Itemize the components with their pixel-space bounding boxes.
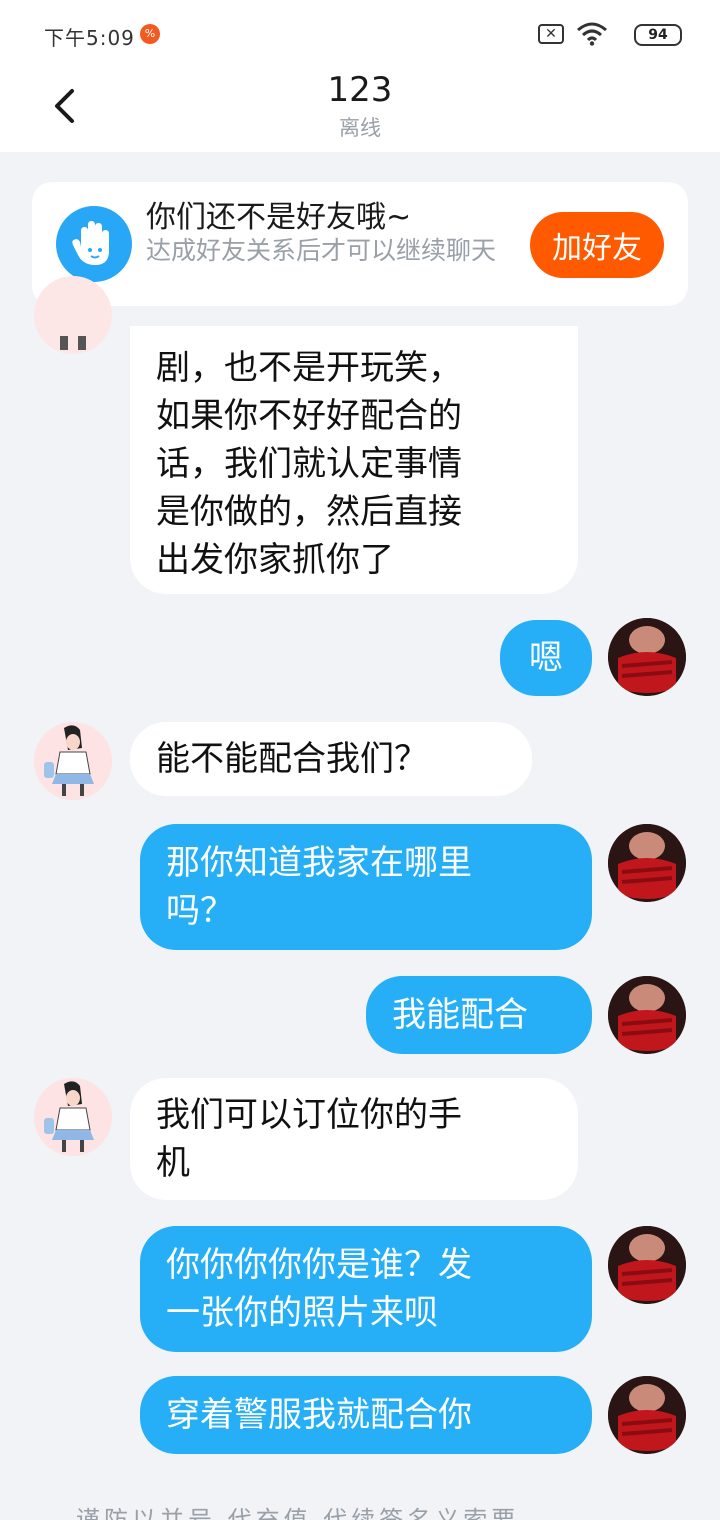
no-sim-icon: ✕ [538,24,564,44]
chat-header: 123 离线 [0,68,720,152]
contact-name[interactable]: 123 [0,70,720,110]
message-bubble-sent[interactable]: 我能配合 [366,976,592,1054]
banner-title: 你们还不是好友哦~ [146,200,412,235]
red-circle-icon: % [140,24,160,44]
avatar[interactable] [34,722,112,800]
avatar[interactable] [608,824,686,902]
add-friend-button[interactable]: 加好友 [530,212,664,278]
status-bar: 下午5:09 % ✕ 94 [0,0,720,68]
avatar[interactable] [608,1226,686,1304]
avatar[interactable] [608,618,686,696]
contact-status: 离线 [339,116,381,140]
banner-description: 达成好友关系后才可以继续聊天 [146,236,497,265]
message-bubble-sent[interactable]: 那你知道我家在哪里 吗？ [140,824,592,950]
avatar[interactable] [34,276,112,354]
battery-indicator: 94 [634,24,682,46]
avatar[interactable] [34,1078,112,1156]
message-bubble-received[interactable]: 能不能配合我们？ [130,722,532,796]
message-bubble-sent[interactable]: 你你你你你是谁？发 一张你的照片来呗 [140,1226,592,1352]
hand-icon [56,206,132,282]
message-bubble-received[interactable]: 我们可以订位你的手 机 [130,1078,578,1200]
status-icons: ✕ 94 [502,22,682,48]
not-friend-banner: 你们还不是好友哦~ 达成好友关系后才可以继续聊天 加好友 [32,182,688,306]
status-time: 下午5:09 [44,26,135,50]
message-bubble-sent[interactable]: 穿着警服我就配合你 [140,1376,592,1454]
message-bubble-received[interactable]: 剧，也不是开玩笑， 如果你不好好配合的 话，我们就认定事情 是你做的，然后直接 … [130,326,578,594]
avatar[interactable] [608,1376,686,1454]
safety-notice: 谨防以并号 代充值 代续签名义索要 [76,1506,520,1520]
wifi-icon [577,22,607,46]
avatar[interactable] [608,976,686,1054]
message-bubble-sent[interactable]: 嗯 [500,620,592,696]
